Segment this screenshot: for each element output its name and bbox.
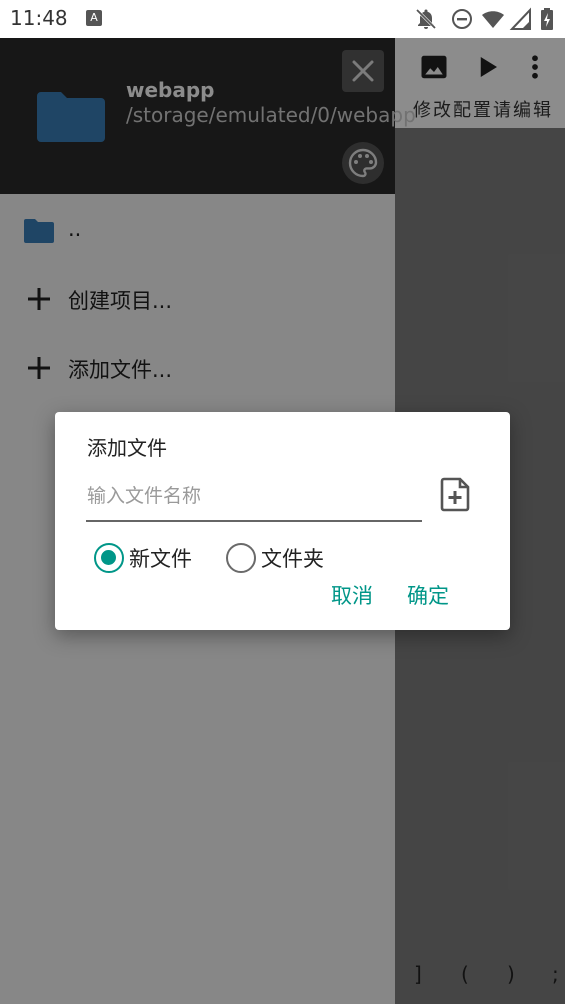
- notification-badge: A: [86, 10, 102, 26]
- status-time: 11:48: [10, 6, 68, 30]
- wifi-icon: [482, 11, 504, 28]
- notifications-off-icon: [415, 8, 437, 30]
- radio-label: 文件夹: [261, 547, 324, 571]
- radio-label: 新文件: [129, 547, 192, 571]
- radio-new-file[interactable]: 新文件: [94, 542, 192, 574]
- cancel-button[interactable]: 取消: [331, 580, 373, 610]
- confirm-button[interactable]: 确定: [407, 580, 449, 610]
- file-name-input[interactable]: [86, 472, 422, 522]
- radio-unchecked-icon: [226, 543, 256, 573]
- file-add-icon[interactable]: [439, 476, 473, 512]
- add-file-dialog: 添加文件 新文件 文件夹 取消 确定: [55, 412, 510, 630]
- dialog-title: 添加文件: [87, 436, 167, 460]
- do-not-disturb-icon: [452, 9, 472, 29]
- battery-charging-icon: [541, 8, 553, 30]
- radio-folder[interactable]: 文件夹: [226, 542, 324, 574]
- radio-checked-icon: [94, 543, 124, 573]
- cellular-signal-icon: [509, 7, 531, 30]
- status-bar: 11:48 A: [0, 0, 565, 38]
